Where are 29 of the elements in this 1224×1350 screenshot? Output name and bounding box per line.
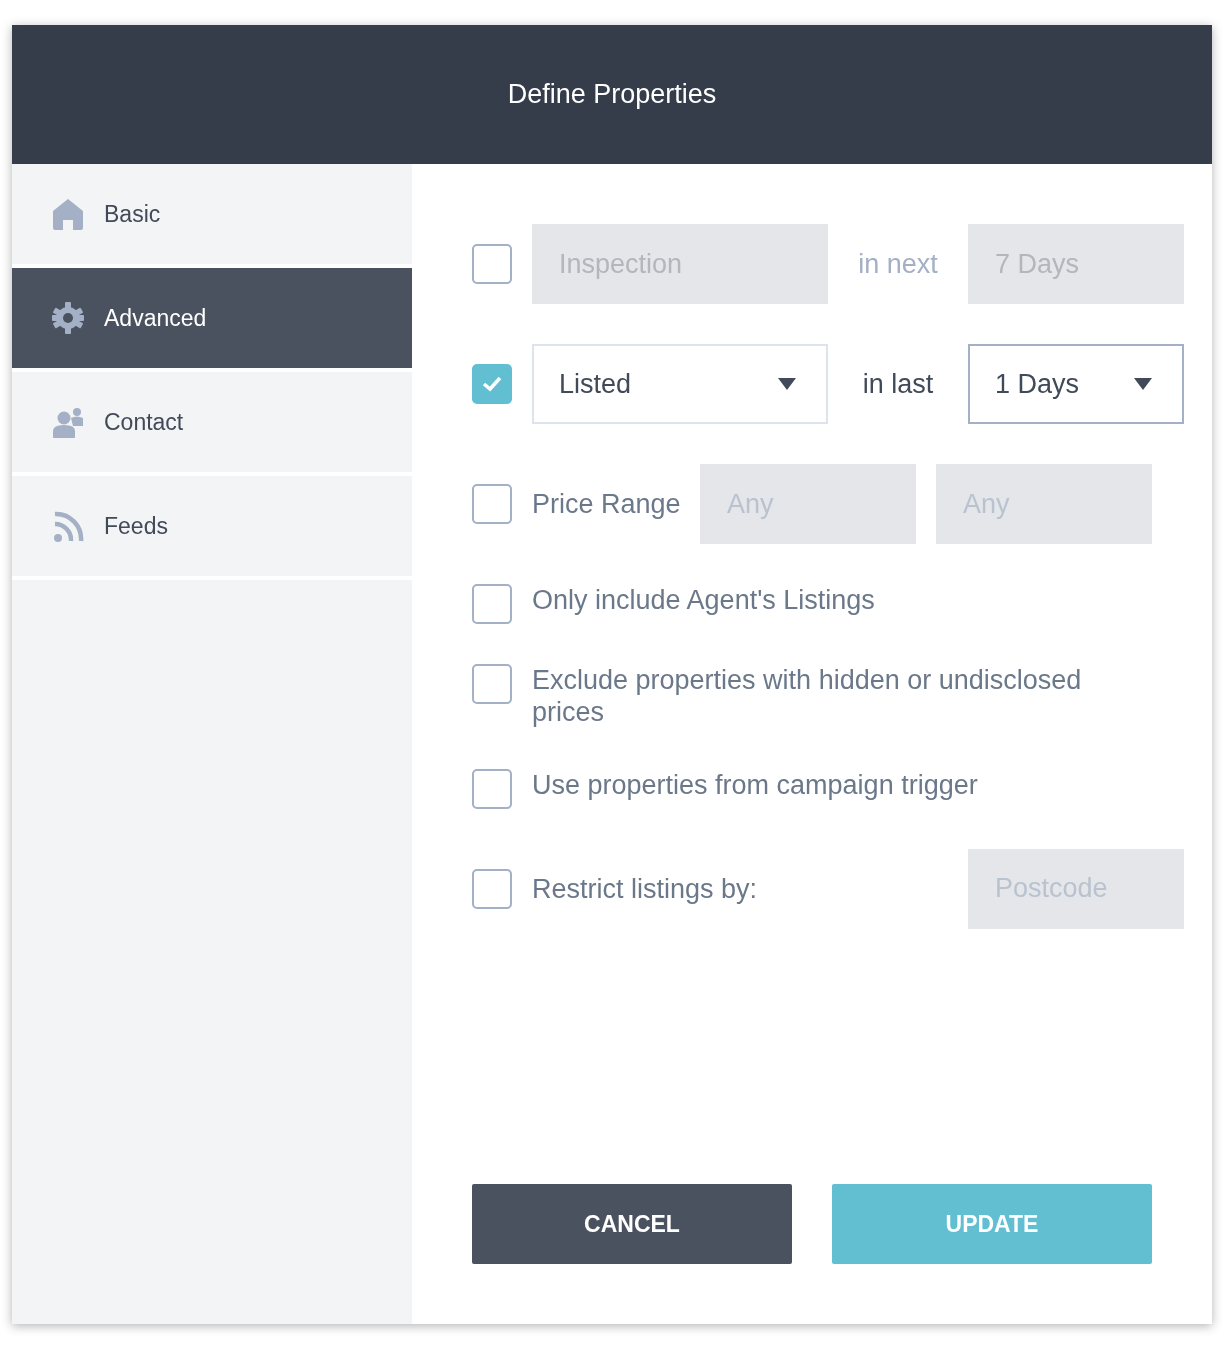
check-icon bbox=[482, 376, 502, 392]
option-label: Only include Agent's Listings bbox=[532, 584, 875, 617]
option-label: Price Range bbox=[532, 487, 680, 521]
checkbox[interactable] bbox=[472, 664, 512, 704]
option-label: Exclude properties with hidden or undisclosed prices bbox=[532, 664, 1083, 729]
connector-label: in next bbox=[857, 247, 939, 281]
cancel-button[interactable]: CANCEL bbox=[472, 1184, 792, 1264]
gear-icon bbox=[52, 302, 84, 334]
option-label: Use properties from campaign trigger bbox=[532, 768, 978, 802]
sidebar-tab[interactable]: Contact bbox=[12, 372, 412, 472]
caret-icon bbox=[1134, 378, 1152, 390]
checkbox[interactable] bbox=[472, 484, 512, 524]
dropdown[interactable]: 1 Days bbox=[968, 344, 1184, 424]
checkbox[interactable] bbox=[472, 244, 512, 284]
sidebar-tab[interactable]: Advanced bbox=[12, 268, 412, 368]
checkbox[interactable] bbox=[472, 768, 512, 809]
dialog-title: Define Properties bbox=[507, 78, 717, 112]
sidebar-tab[interactable]: Basic bbox=[12, 164, 412, 264]
checkbox[interactable] bbox=[472, 868, 512, 909]
checkbox[interactable] bbox=[472, 584, 512, 624]
connector-label: in last bbox=[861, 367, 935, 401]
dropdown[interactable]: Listed bbox=[532, 344, 828, 424]
checkbox[interactable] bbox=[472, 364, 512, 404]
house-icon bbox=[52, 198, 84, 230]
feed-icon bbox=[52, 510, 84, 542]
sidebar-tab[interactable]: Feeds bbox=[12, 476, 412, 576]
option-label: Restrict listings by: bbox=[532, 872, 758, 905]
people-icon bbox=[52, 406, 84, 438]
caret-icon bbox=[778, 378, 796, 390]
